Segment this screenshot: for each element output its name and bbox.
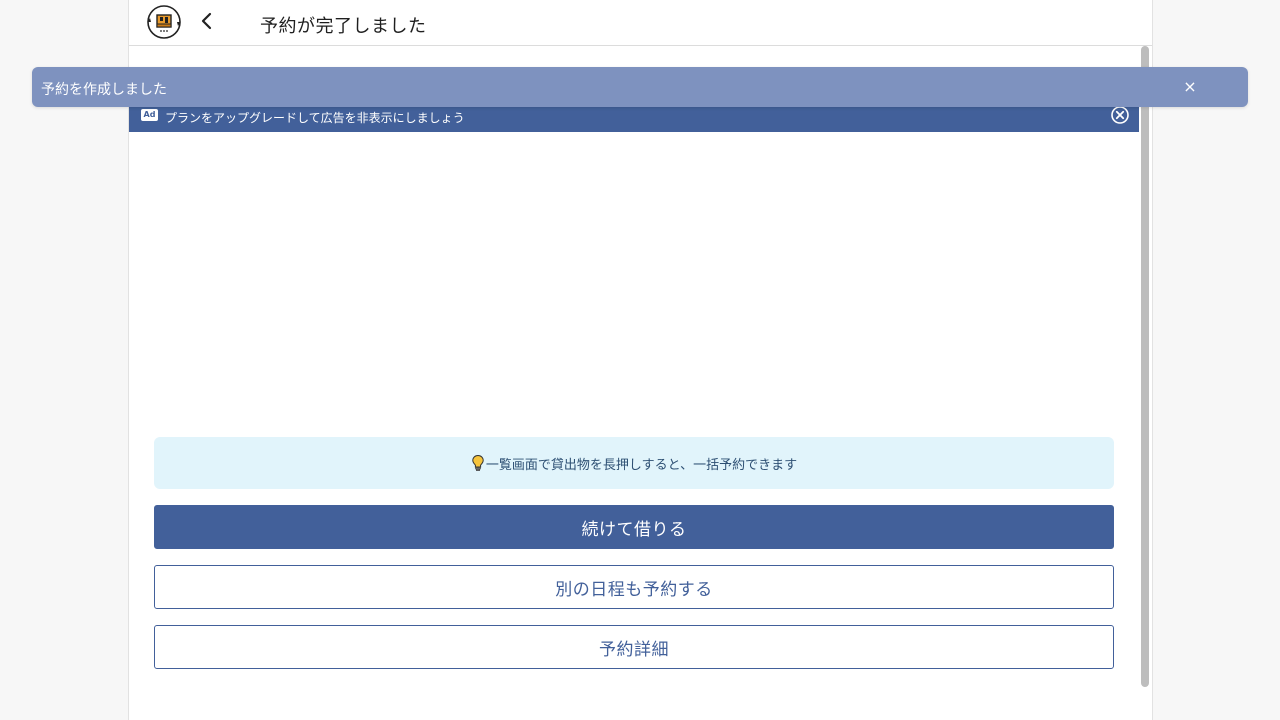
ad-badge: Ad	[141, 109, 158, 121]
header: 予約が完了しました	[129, 0, 1152, 46]
close-circle-icon	[1111, 106, 1129, 124]
toast-message: 予約を作成しました	[41, 82, 167, 98]
ad-close-button[interactable]	[1110, 105, 1130, 125]
toast-notification: 予約を作成しました ×	[32, 67, 1248, 107]
tip-text: 一覧画面で貸出物を長押しすると、一括予約できます	[485, 457, 798, 473]
chevron-left-icon	[201, 12, 212, 30]
app-container: 予約が完了しました Ad プランをアップグレードして広告を非表示にしましょう 一…	[128, 0, 1153, 720]
toast-close-button[interactable]: ×	[1180, 77, 1200, 97]
ad-upgrade-text[interactable]: プランをアップグレードして広告を非表示にしましょう	[165, 109, 465, 126]
reserve-other-date-button[interactable]: 別の日程も予約する	[154, 565, 1114, 609]
tip-box: 一覧画面で貸出物を長押しすると、一括予約できます	[154, 437, 1114, 489]
reservation-details-button[interactable]: 予約詳細	[154, 625, 1114, 669]
scrollbar-thumb[interactable]	[1141, 46, 1149, 687]
back-button[interactable]	[195, 6, 219, 36]
app-logo-icon[interactable]	[146, 4, 182, 40]
ad-content-area	[129, 132, 1139, 422]
lightbulb-icon	[472, 454, 484, 471]
continue-borrowing-button[interactable]: 続けて借りる	[154, 505, 1114, 549]
page-title: 予約が完了しました	[260, 16, 427, 37]
scrollbar[interactable]	[1139, 46, 1151, 688]
